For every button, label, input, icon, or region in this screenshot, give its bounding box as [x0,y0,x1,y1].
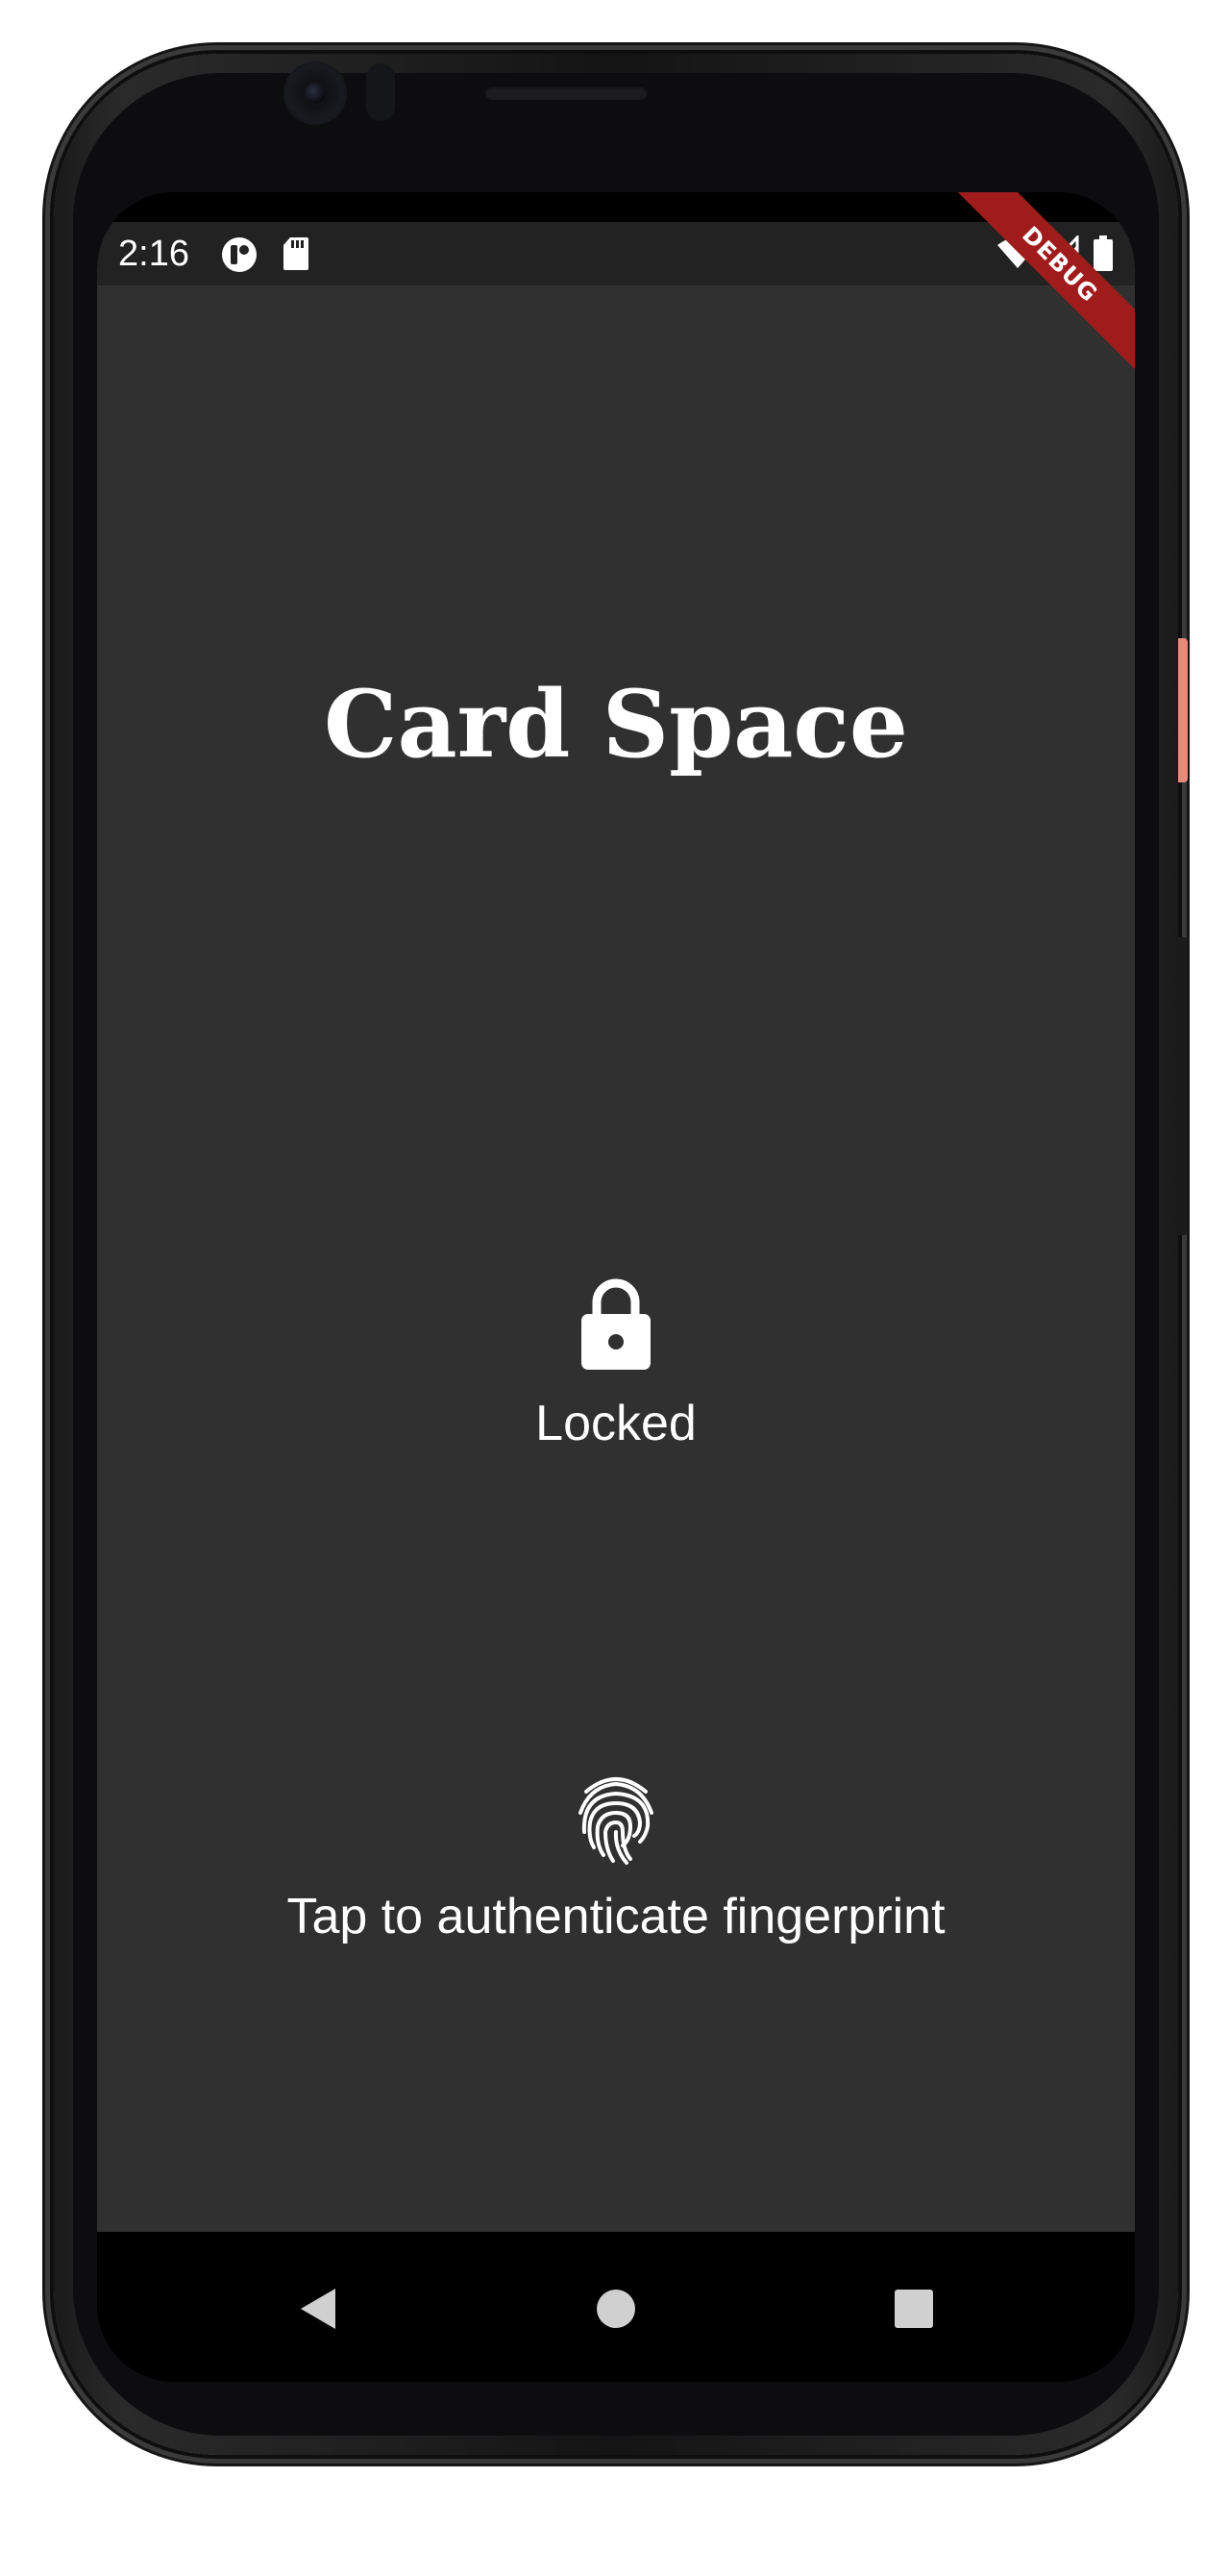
status-time: 2:16 [118,234,189,274]
navigation-bar [97,2232,1135,2382]
front-camera [283,62,347,125]
status-bar: 2:16 DEBUG [97,192,1135,382]
recents-icon[interactable] [885,2280,943,2338]
lock-status: Locked [520,1276,712,1452]
lock-icon [581,1278,651,1370]
back-icon[interactable] [289,2280,347,2338]
volume-button [1178,937,1188,1235]
camera-lens [305,83,326,104]
proximity-sensor [366,63,395,121]
app-title: Card Space [324,670,908,779]
sd-card-icon [282,235,310,277]
lock-screen: Card Space Locked Tap to authenticate fi… [97,285,1135,2232]
phone-screen: 2:16 DEBUG Card Space Locked Tap to auth… [97,192,1135,2382]
fingerprint-auth-label[interactable]: Tap to authenticate fingerprint [97,1888,1135,1945]
lock-status-label: Locked [535,1396,697,1451]
power-button [1178,638,1188,782]
fingerprint-auth-button[interactable]: Tap to authenticate fingerprint [97,1772,1135,1945]
fingerprint-icon [578,1777,653,1865]
home-icon[interactable] [587,2280,645,2338]
app-notification-icon [220,235,258,279]
earpiece-speaker [484,85,648,100]
